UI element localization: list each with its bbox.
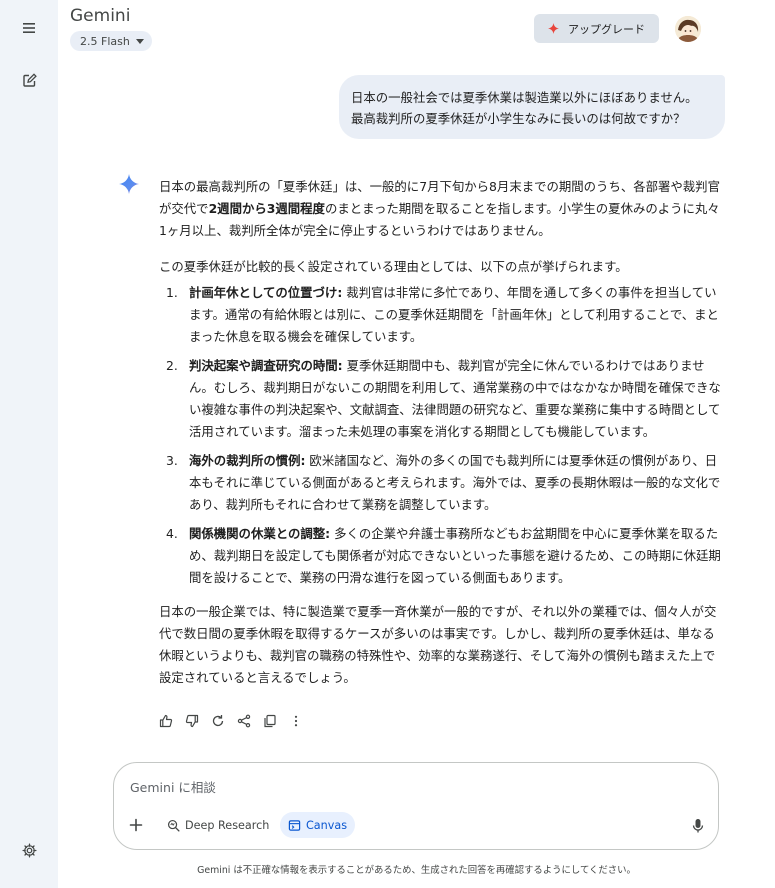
- edit-icon[interactable]: [13, 64, 45, 96]
- list-item: 1. 計画年休としての位置づけ: 裁判官は非常に多忙であり、年間を通して多くの事件…: [159, 282, 727, 348]
- list-item: 3. 海外の裁判所の慣例: 欧米諸国など、海外の多くの国でも裁判所には夏季休廷の慣…: [159, 450, 727, 516]
- list-item-title: 海外の裁判所の慣例:: [189, 453, 306, 468]
- sparkle-icon: [548, 23, 559, 34]
- canvas-button[interactable]: Canvas: [280, 812, 356, 838]
- response-conclusion: 日本の一般企業では、特に製造業で夏季一斉休業が一般的ですが、それ以外の業種では、…: [159, 604, 717, 685]
- list-number: 1.: [166, 285, 178, 300]
- upgrade-button[interactable]: アップグレード: [534, 14, 659, 43]
- header: Gemini 2.5 Flash: [58, 0, 775, 58]
- list-number: 3.: [166, 453, 178, 468]
- canvas-label: Canvas: [306, 818, 348, 832]
- list-item: 2. 判決起案や調査研究の時間: 夏季休廷期間中も、裁判官が完全に休んでいるわけで…: [159, 355, 727, 443]
- user-message-bubble: 日本の一般社会では夏季休業は製造業以外にほぼありません。 最高裁判所の夏季休廷が…: [339, 75, 725, 139]
- user-message-line: 日本の一般社会では夏季休業は製造業以外にほぼありません。: [351, 90, 698, 105]
- model-selector[interactable]: 2.5 Flash: [70, 31, 152, 51]
- refresh-icon[interactable]: [211, 714, 225, 728]
- deep-research-icon: [167, 819, 180, 832]
- model-response: 日本の最高裁判所の「夏季休廷」は、一般的に7月下旬から8月末までの期間のうち、各…: [159, 176, 727, 689]
- canvas-icon: [288, 819, 301, 831]
- response-intro: この夏季休廷が比較的長く設定されている理由としては、以下の点が挙げられます。: [159, 259, 628, 274]
- list-item-title: 計画年休としての位置づけ:: [189, 285, 343, 300]
- list-number: 2.: [166, 358, 178, 373]
- prompt-input-box[interactable]: Gemini に相談 Deep Research Canvas: [113, 762, 719, 850]
- reasons-list: 1. 計画年休としての位置づけ: 裁判官は非常に多忙であり、年間を通して多くの事件…: [159, 282, 727, 589]
- thumbs-down-icon[interactable]: [185, 714, 199, 728]
- upgrade-label: アップグレード: [568, 22, 645, 36]
- response-actions: [159, 712, 303, 730]
- prompt-placeholder[interactable]: Gemini に相談: [130, 777, 216, 796]
- model-label: 2.5 Flash: [80, 34, 130, 48]
- app-title: Gemini: [70, 6, 131, 26]
- avatar[interactable]: [675, 16, 701, 42]
- list-item: 4. 関係機関の休業との調整: 多くの企業や弁護士事務所などもお盆期間を中心に夏季…: [159, 523, 727, 589]
- list-number: 4.: [166, 526, 178, 541]
- disclaimer-text: Gemini は不正確な情報を表示することがあるため、生成された回答を再確認する…: [197, 865, 636, 876]
- user-message-line: 最高裁判所の夏季休廷が小学生なみに長いのは何故ですか？: [351, 111, 686, 126]
- list-item-title: 判決起案や調査研究の時間:: [189, 358, 343, 373]
- chevron-down-icon: [135, 38, 144, 44]
- gemini-sparkle-icon: [119, 174, 139, 194]
- add-icon[interactable]: [128, 817, 144, 833]
- share-icon[interactable]: [237, 714, 251, 728]
- copy-icon[interactable]: [263, 714, 277, 728]
- sidebar: [0, 0, 58, 888]
- response-bold-text: 2週間から3週間程度: [208, 201, 325, 216]
- thumbs-up-icon[interactable]: [159, 714, 173, 728]
- list-item-title: 関係機関の休業との調整:: [189, 526, 331, 541]
- deep-research-label: Deep Research: [185, 818, 270, 832]
- hamburger-menu-icon[interactable]: [13, 12, 45, 44]
- deep-research-button[interactable]: Deep Research: [159, 812, 277, 838]
- microphone-icon[interactable]: [692, 818, 704, 834]
- response-paragraph: 日本の最高裁判所の「夏季休廷」は、一般的に7月下旬から8月末までの期間のうち、各…: [159, 176, 727, 242]
- more-vert-icon[interactable]: [289, 714, 303, 728]
